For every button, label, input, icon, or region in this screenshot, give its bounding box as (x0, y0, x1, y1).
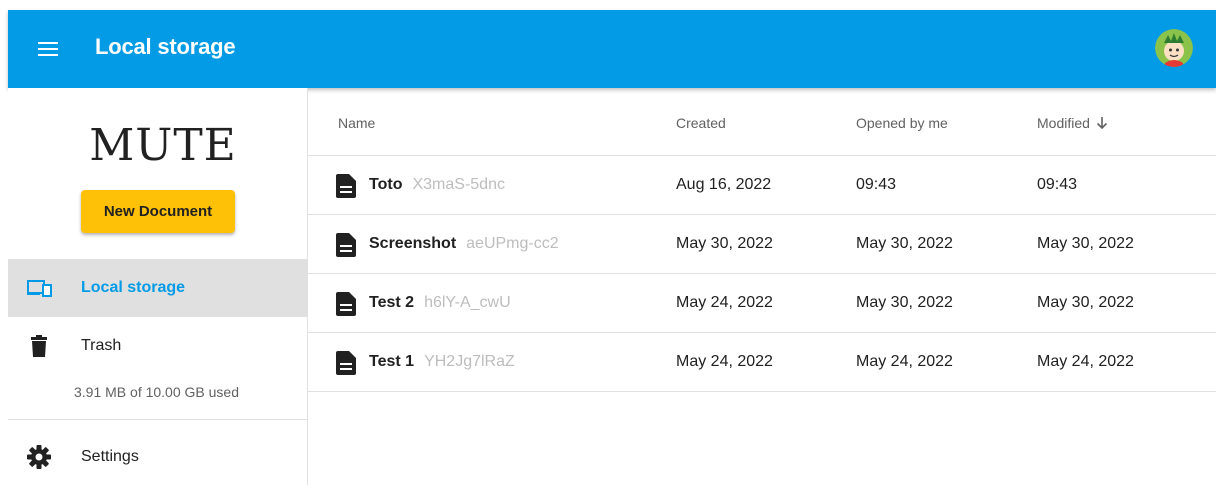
document-name: Test 1 (369, 353, 415, 370)
modified-date: 09:43 (1037, 176, 1078, 193)
document-name: Screenshot (369, 235, 457, 252)
column-header-label: Modified (1037, 115, 1090, 131)
mute-logo: MUTE (78, 110, 248, 171)
document-key: aeUPmg-cc2 (466, 235, 559, 252)
document-icon (336, 233, 356, 257)
document-icon (336, 174, 356, 198)
divider (8, 419, 307, 420)
document-title: Toto X3maS-5dnc (369, 176, 505, 194)
table-header: Name Created Opened by me Modified (308, 88, 1216, 156)
avatar[interactable] (1155, 29, 1193, 67)
sidebar-item-settings[interactable]: Settings (8, 428, 307, 485)
opened-date: May 24, 2022 (856, 353, 953, 370)
document-key: YH2Jg7lRaZ (424, 353, 515, 370)
new-document-button[interactable]: New Document (81, 190, 235, 233)
sidebar-item-label: Settings (81, 448, 139, 465)
table-row[interactable]: Test 1 YH2Jg7lRaZ May 24, 2022 May 24, 20… (308, 333, 1216, 392)
modified-date: May 30, 2022 (1037, 294, 1134, 311)
document-table: Name Created Opened by me Modified Toto X… (308, 88, 1216, 485)
document-key: h6lY-A_cwU (424, 294, 511, 311)
document-title: Test 2 h6lY-A_cwU (369, 294, 511, 312)
sidebar-item-label: Trash (81, 337, 122, 354)
column-header-modified[interactable]: Modified (1037, 115, 1108, 131)
sidebar-item-label: Local storage (81, 279, 186, 296)
document-title: Screenshot aeUPmg-cc2 (369, 235, 559, 253)
sidebar-item-trash[interactable]: Trash (8, 317, 307, 375)
created-date: Aug 16, 2022 (676, 176, 772, 193)
column-header-opened[interactable]: Opened by me (856, 115, 948, 131)
modified-date: May 30, 2022 (1037, 235, 1134, 252)
created-date: May 24, 2022 (676, 353, 773, 370)
opened-date: 09:43 (856, 176, 897, 193)
table-row[interactable]: Screenshot aeUPmg-cc2 May 30, 2022 May 30… (308, 215, 1216, 274)
sidebar: MUTE New Document Local storage Trash 3.… (8, 88, 307, 485)
menu-icon[interactable] (38, 39, 58, 57)
trash-icon (31, 335, 47, 357)
gear-icon (27, 445, 51, 469)
created-date: May 24, 2022 (676, 294, 773, 311)
document-icon (336, 351, 356, 375)
column-header-created[interactable]: Created (676, 115, 726, 131)
document-icon (336, 292, 356, 316)
document-key: X3maS-5dnc (412, 176, 505, 193)
document-name: Toto (369, 176, 403, 193)
created-date: May 30, 2022 (676, 235, 773, 252)
table-row[interactable]: Toto X3maS-5dnc Aug 16, 2022 09:43 09:43 (308, 156, 1216, 215)
sidebar-item-local-storage[interactable]: Local storage (8, 259, 307, 317)
modified-date: May 24, 2022 (1037, 353, 1134, 370)
svg-text:MUTE: MUTE (89, 120, 237, 170)
app-bar: Local storage (8, 10, 1216, 88)
devices-icon (27, 280, 52, 297)
table-row[interactable]: Test 2 h6lY-A_cwU May 24, 2022 May 30, 20… (308, 274, 1216, 333)
document-title: Test 1 YH2Jg7lRaZ (369, 353, 515, 371)
arrow-down-icon (1096, 117, 1107, 130)
column-header-name[interactable]: Name (338, 115, 375, 131)
document-name: Test 2 (369, 294, 415, 311)
opened-date: May 30, 2022 (856, 294, 953, 311)
page-title: Local storage (95, 34, 236, 59)
storage-usage: 3.91 MB of 10.00 GB used (74, 384, 239, 400)
opened-date: May 30, 2022 (856, 235, 953, 252)
